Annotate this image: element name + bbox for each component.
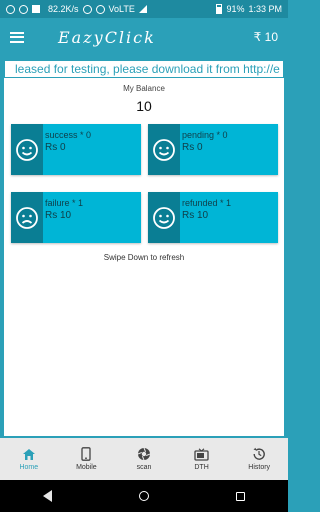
menu-icon[interactable] xyxy=(10,31,24,43)
card-title: refunded * 1 xyxy=(182,198,232,208)
nav-dth[interactable]: DTH xyxy=(173,438,231,480)
balance-label: My Balance xyxy=(123,84,165,93)
status-mid: 82.2K/s VoLTE xyxy=(48,4,147,14)
announcement-ticker: leased for testing, please download it f… xyxy=(4,60,284,78)
nav-label: History xyxy=(248,464,271,471)
home-button-icon[interactable] xyxy=(138,491,149,501)
mobile-icon xyxy=(81,447,92,461)
nav-history[interactable]: History xyxy=(230,438,288,480)
nav-home[interactable]: Home xyxy=(0,438,58,480)
back-icon[interactable] xyxy=(43,490,53,502)
status-right: 91% 1:33 PM xyxy=(216,4,282,14)
nav-scan[interactable]: scan xyxy=(115,438,173,480)
refunded-card[interactable]: refunded * 1 Rs 10 xyxy=(148,192,278,243)
history-icon xyxy=(253,447,266,460)
card-title: pending * 0 xyxy=(182,130,228,140)
volte-badge: VoLTE xyxy=(108,4,135,14)
nav-label: DTH xyxy=(194,463,209,471)
hotspot-icon xyxy=(95,4,105,14)
notification-icon xyxy=(19,4,28,14)
happy-face-icon xyxy=(11,124,43,175)
system-nav-bar xyxy=(0,480,288,512)
pending-card[interactable]: pending * 0 Rs 0 xyxy=(148,124,278,175)
bottom-navigation: Home Mobile scan DTH History xyxy=(0,438,288,480)
card-value: Rs 10 xyxy=(182,210,209,221)
signal-icon xyxy=(138,5,147,13)
status-left-icons xyxy=(6,4,40,14)
status-bar: 82.2K/s VoLTE 91% 1:33 PM xyxy=(0,0,288,18)
tv-icon xyxy=(194,447,209,461)
header-balance: ₹ 10 xyxy=(253,30,278,44)
sad-face-icon xyxy=(11,192,43,243)
nav-label: Mobile xyxy=(76,464,97,471)
whatsapp-icon xyxy=(6,4,15,14)
card-value: Rs 0 xyxy=(45,142,66,153)
success-card[interactable]: success * 0 Rs 0 xyxy=(11,124,141,175)
main-panel: My Balance 10 success * 0 Rs 0 pending *… xyxy=(4,78,284,436)
battery-level: 91% xyxy=(226,4,245,14)
network-speed: 82.2K/s xyxy=(48,4,79,14)
happy-face-icon xyxy=(148,192,180,243)
failure-card[interactable]: failure * 1 Rs 10 xyxy=(11,192,141,243)
card-value: Rs 0 xyxy=(182,142,203,153)
battery-icon xyxy=(216,4,223,14)
swipe-hint: Swipe Down to refresh xyxy=(103,253,185,262)
balance-value: 10 xyxy=(136,98,152,114)
card-title: failure * 1 xyxy=(45,198,84,208)
card-value: Rs 10 xyxy=(45,210,72,221)
clock: 1:33 PM xyxy=(248,4,282,14)
headphones-icon xyxy=(82,4,92,14)
aperture-icon xyxy=(137,447,151,461)
home-icon xyxy=(22,448,35,460)
card-title: success * 0 xyxy=(45,130,92,140)
nav-label: Home xyxy=(19,463,39,471)
ticker-text: leased for testing, please download it f… xyxy=(15,62,280,76)
nav-mobile[interactable]: Mobile xyxy=(58,438,116,480)
app-logo: EazyClick xyxy=(58,27,156,47)
app-bar: EazyClick ₹ 10 xyxy=(0,18,288,56)
app-icon xyxy=(32,5,40,13)
happy-face-icon xyxy=(148,124,180,175)
nav-label: scan xyxy=(136,464,152,471)
recent-apps-icon[interactable] xyxy=(235,491,245,501)
